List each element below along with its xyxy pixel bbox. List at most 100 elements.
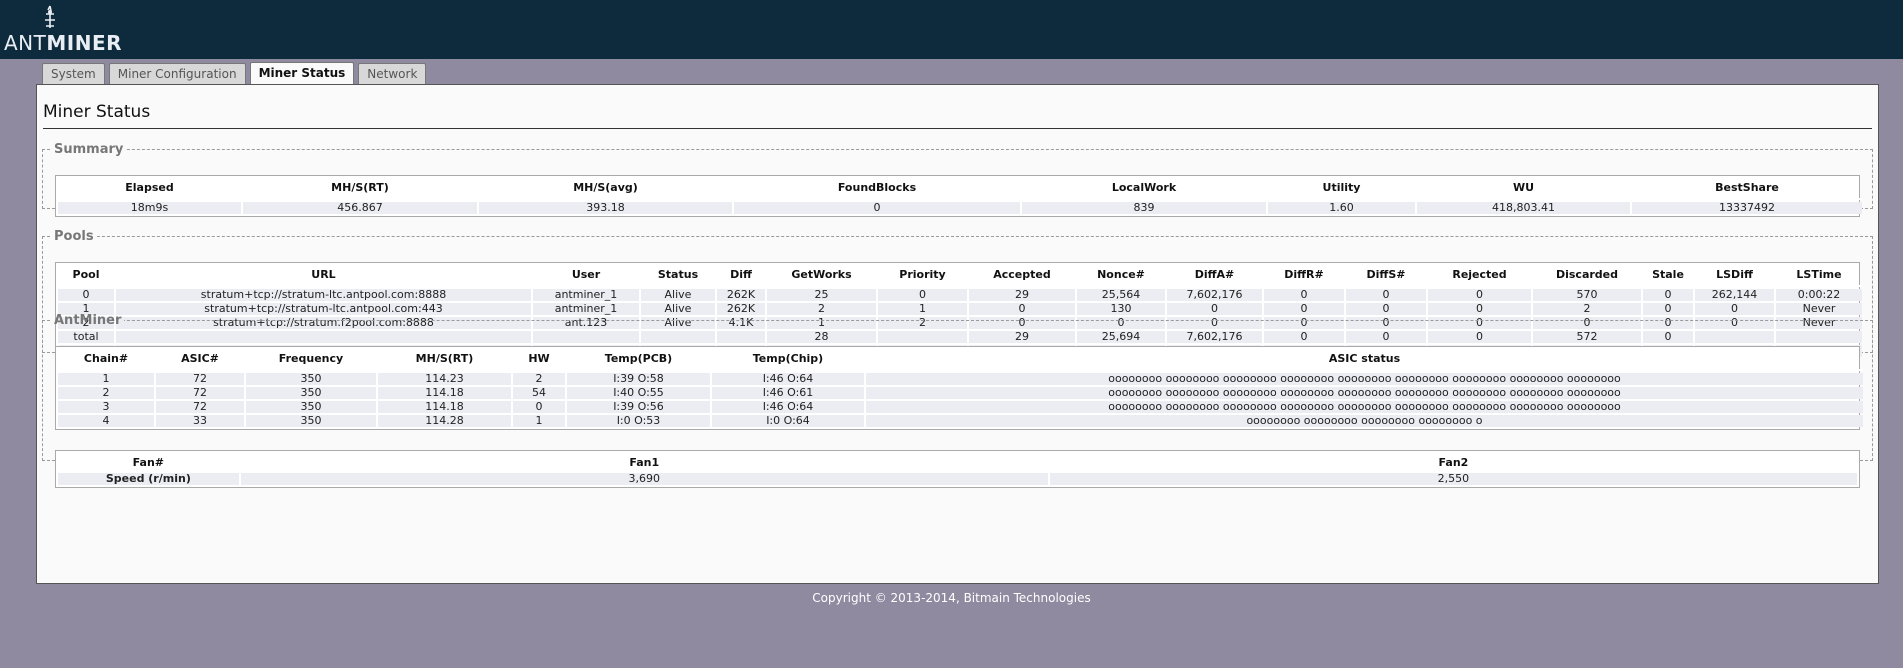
pool-row: 0 stratum+tcp://stratum-ltc.antpool.com:8… [58, 289, 1862, 301]
summary-legend: Summary [54, 142, 124, 157]
tab-miner-configuration[interactable]: Miner Configuration [108, 63, 246, 84]
tab-network[interactable]: Network [358, 63, 427, 84]
chain-cell: 33 [156, 415, 244, 427]
brand-name: ANTMINER [4, 31, 123, 55]
main-tabs: System Miner Configuration Miner Status … [42, 62, 427, 85]
chain-cell: oooooooo oooooooo oooooooo oooooooo oooo… [866, 401, 1863, 413]
antminer-section: AntMiner Chain# ASIC# Frequency MH/S(RT) HW T… [42, 313, 1873, 488]
summary-header: MH/S(avg) [573, 180, 638, 194]
pools-header: DiffR# [1284, 267, 1324, 281]
chain-cell: I:0 O:64 [712, 415, 864, 427]
summary-header: BestShare [1715, 180, 1779, 194]
pools-header: User [571, 267, 601, 281]
pools-header: GetWorks [791, 267, 852, 281]
chain-cell: 1 [58, 373, 154, 385]
fan-speed-label: Speed (r/min) [58, 473, 239, 485]
fans-speed-row: Speed (r/min) 3,690 2,550 [58, 473, 1857, 485]
fan1-speed: 3,690 [240, 473, 1048, 485]
chains-header: ASIC# [181, 351, 219, 365]
chain-cell: 350 [246, 401, 376, 413]
pools-header: Stale [1652, 267, 1684, 281]
pools-header: Discarded [1555, 267, 1619, 281]
pools-header: Accepted [993, 267, 1051, 281]
pools-header: Priority [899, 267, 946, 281]
chain-cell: 350 [246, 387, 376, 399]
chain-row: 2 72 350 114.18 54 I:40 O:55 I:46 O:61 oooooooo… [58, 387, 1863, 399]
copyright-footer: Copyright © 2013-2014, Bitmain Technolog… [812, 591, 1091, 605]
summary-value: 13337492 [1632, 202, 1862, 214]
chain-cell: I:46 O:61 [712, 387, 864, 399]
chain-cell: 1 [513, 415, 565, 427]
chain-cell: 114.18 [378, 401, 511, 413]
antminer-legend: AntMiner [54, 313, 122, 328]
chain-cell: I:39 O:56 [567, 401, 710, 413]
chain-cell: 114.23 [378, 373, 511, 385]
chain-cell: oooooooo oooooooo oooooooo oooooooo o [866, 415, 1863, 427]
title-divider [43, 128, 1872, 129]
chain-cell: oooooooo oooooooo oooooooo oooooooo oooo… [866, 373, 1863, 385]
summary-value: 839 [1022, 202, 1266, 214]
chain-cell: I:0 O:53 [567, 415, 710, 427]
chains-header: Temp(Chip) [752, 351, 824, 365]
pool-cell: stratum+tcp://stratum-ltc.antpool.com:88… [116, 289, 531, 301]
pool-cell: 262K [717, 289, 765, 301]
pool-cell: 0 [1346, 289, 1426, 301]
pool-cell: 0 [58, 289, 114, 301]
chains-header: Chain# [83, 351, 129, 365]
content-panel: Miner Status Summary Elapsed MH/S(RT) MH… [36, 84, 1879, 584]
chain-cell: 350 [246, 415, 376, 427]
summary-value: 0 [734, 202, 1020, 214]
pool-cell: 262,144 [1695, 289, 1774, 301]
top-header: ANTMINER [0, 0, 1903, 59]
tab-miner-status[interactable]: Miner Status [249, 62, 355, 85]
chain-cell: 72 [156, 373, 244, 385]
fan2-speed: 2,550 [1049, 473, 1857, 485]
summary-header: WU [1512, 180, 1535, 194]
chains-header: HW [528, 351, 550, 365]
antminer-logo: ANTMINER [4, 4, 122, 55]
pool-cell: 0 [878, 289, 967, 301]
chains-header: MH/S(RT) [415, 351, 474, 365]
pool-cell: 29 [969, 289, 1075, 301]
summary-header: Utility [1322, 180, 1361, 194]
pool-cell: 25 [767, 289, 876, 301]
chains-box: Chain# ASIC# Frequency MH/S(RT) HW Temp(PCB) T… [55, 346, 1863, 430]
pool-cell: 0 [1643, 289, 1693, 301]
pools-header: Status [657, 267, 699, 281]
pool-cell: 570 [1533, 289, 1641, 301]
pools-header: LSDiff [1716, 267, 1753, 281]
summary-value: 1.60 [1268, 202, 1415, 214]
chains-table: Chain# ASIC# Frequency MH/S(RT) HW Temp(PCB) T… [56, 347, 1865, 429]
pools-header: Rejected [1452, 267, 1507, 281]
chain-cell: 114.18 [378, 387, 511, 399]
pool-cell: antminer_1 [533, 289, 639, 301]
summary-header: FoundBlocks [837, 180, 917, 194]
pool-cell: 25,564 [1077, 289, 1165, 301]
pools-header: Nonce# [1097, 267, 1145, 281]
pools-header: URL [311, 267, 336, 281]
chain-cell: 350 [246, 373, 376, 385]
pool-cell: 0 [1264, 289, 1344, 301]
summary-value: 418,803.41 [1417, 202, 1630, 214]
fan-header: Fan2 [1438, 455, 1469, 469]
chain-cell: 114.28 [378, 415, 511, 427]
fans-box: Fan# Fan1 Fan2 Speed (r/min) 3,690 2,550 [55, 450, 1860, 488]
pools-header: Diff [730, 267, 752, 281]
summary-section: Summary Elapsed MH/S(RT) MH/S(avg) Found… [42, 142, 1873, 217]
pool-cell: 0:00:22 [1776, 289, 1862, 301]
summary-table: Elapsed MH/S(RT) MH/S(avg) FoundBlocks L… [56, 176, 1864, 216]
summary-header: MH/S(RT) [331, 180, 389, 194]
summary-value: 456.867 [243, 202, 477, 214]
summary-box: Elapsed MH/S(RT) MH/S(avg) FoundBlocks L… [55, 175, 1862, 217]
chain-cell: 72 [156, 401, 244, 413]
tab-system[interactable]: System [42, 63, 105, 84]
summary-value: 393.18 [479, 202, 732, 214]
summary-header: Elapsed [125, 180, 174, 194]
fan-header: Fan1 [629, 455, 660, 469]
chain-cell: 72 [156, 387, 244, 399]
chain-cell: I:46 O:64 [712, 373, 864, 385]
pool-cell: Alive [641, 289, 715, 301]
chain-cell: 0 [513, 401, 565, 413]
chain-cell: I:46 O:64 [712, 401, 864, 413]
chain-cell: I:40 O:55 [567, 387, 710, 399]
